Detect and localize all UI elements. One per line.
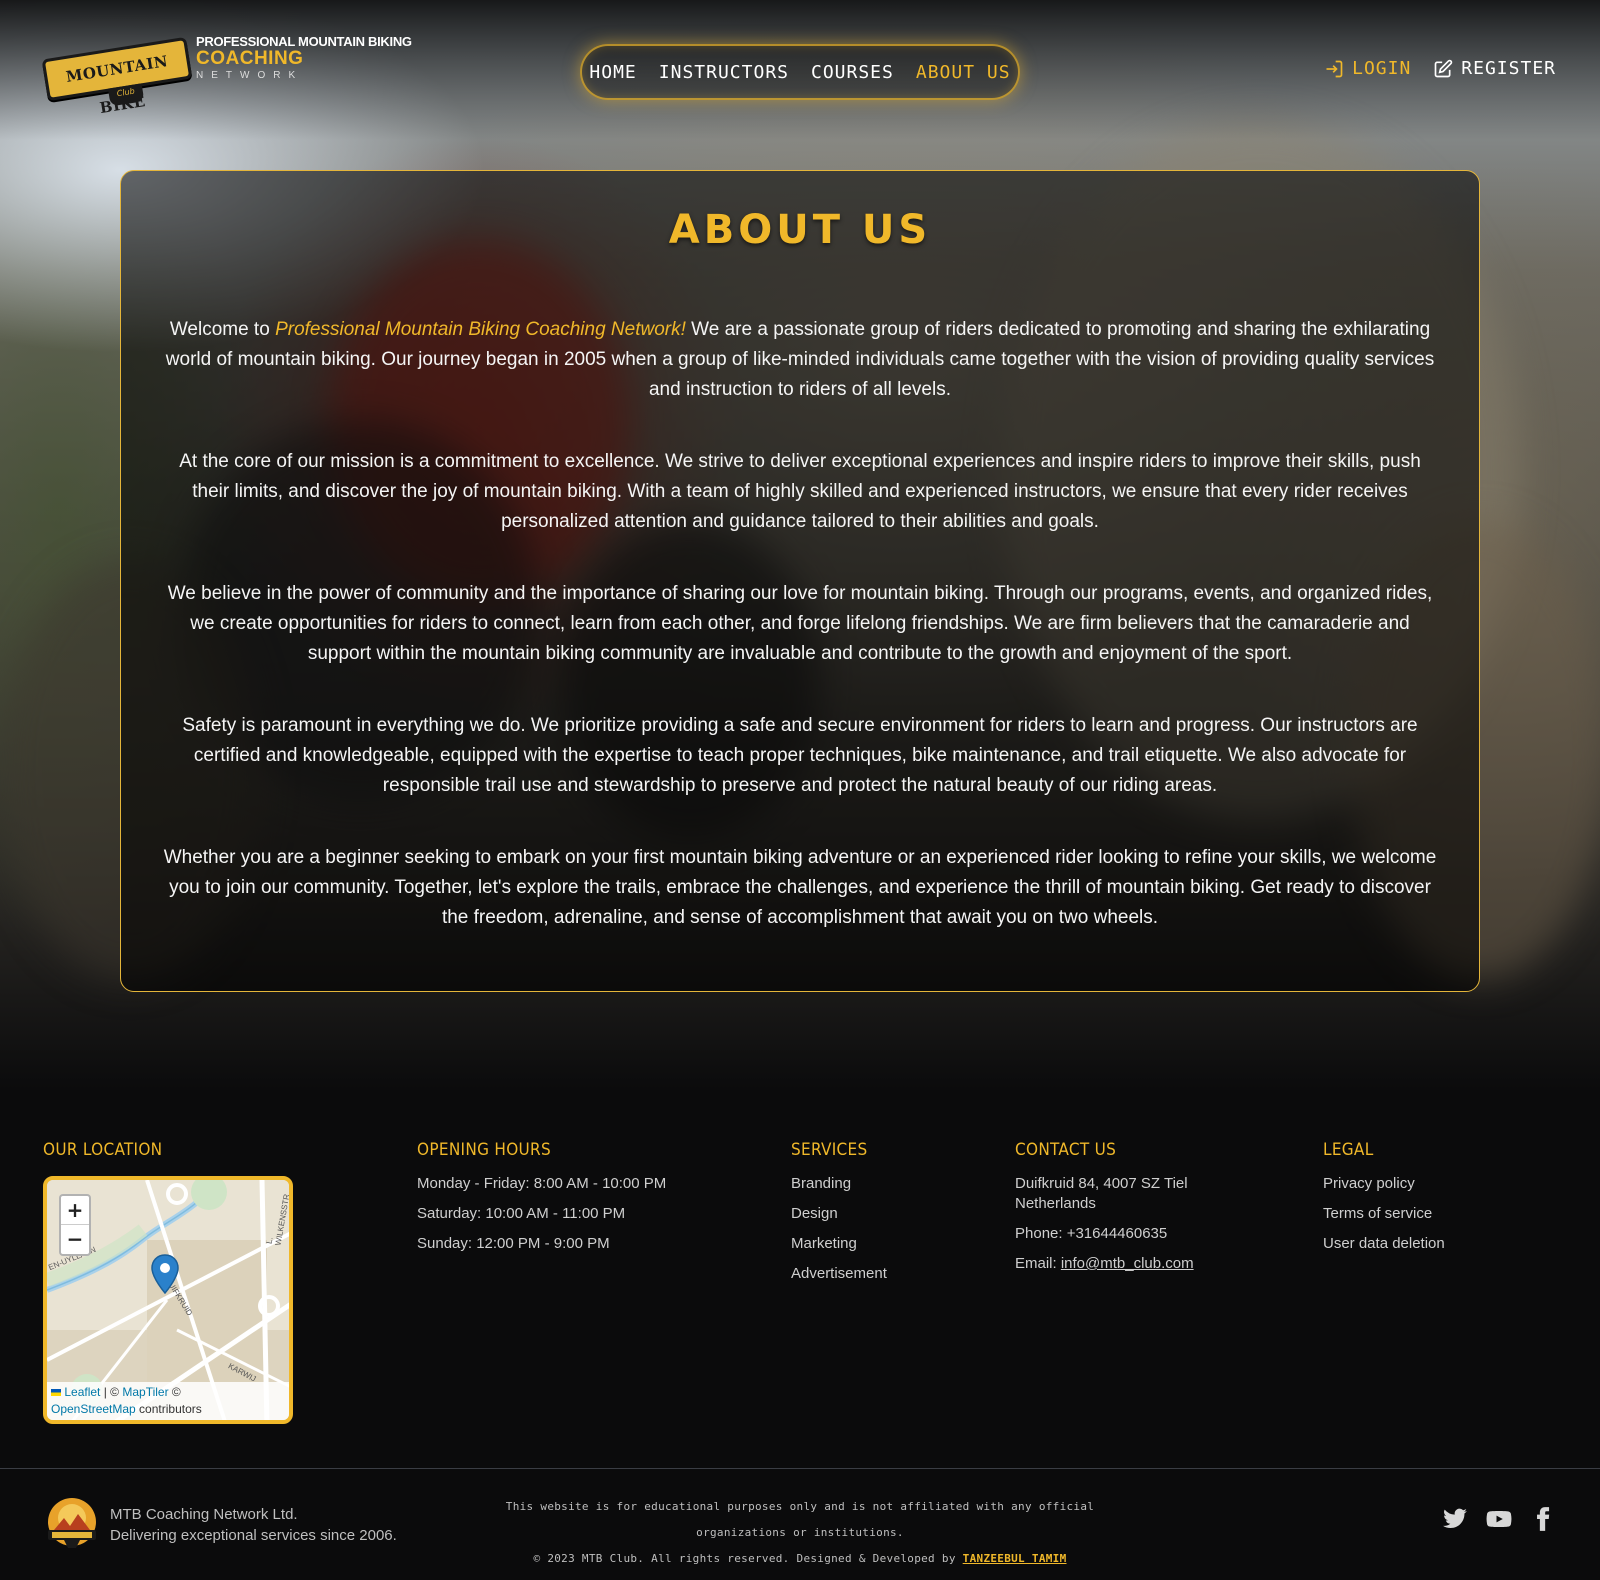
author-link[interactable]: TANZEEBUL TAMIM — [963, 1552, 1067, 1565]
login-icon — [1326, 60, 1343, 77]
service-link-advertisement[interactable]: Advertisement — [791, 1264, 887, 1284]
copyright-line: © 2023 MTB Club. All rights reserved. De… — [480, 1546, 1120, 1572]
email-label: Email: — [1015, 1255, 1061, 1272]
user-data-deletion-link[interactable]: User data deletion — [1323, 1234, 1445, 1254]
map-zoom-in-button[interactable]: + — [61, 1196, 89, 1225]
footer-legal-notice: This website is for educational purposes… — [480, 1494, 1120, 1572]
logo-badge: MOUNTAIN BIKE Club — [41, 36, 193, 117]
social-links — [1442, 1506, 1556, 1532]
contact-phone: Phone: +31644460635 — [1015, 1225, 1168, 1242]
services-heading: SERVICES — [791, 1140, 868, 1160]
contact-country: Netherlands — [1015, 1195, 1096, 1212]
about-card: ABOUT US Welcome to Professional Mountai… — [120, 170, 1480, 992]
logo-wordmark: PROFESSIONAL MOUNTAIN BIKING COACHING NE… — [196, 34, 412, 81]
terms-of-service-link[interactable]: Terms of service — [1323, 1204, 1445, 1224]
register-label: REGISTER — [1461, 58, 1556, 79]
location-map[interactable]: L. WILKENSSTR EN-UYLLAAN DUIFKRUID KARWI… — [43, 1176, 293, 1424]
hours-heading: OPENING HOURS — [417, 1140, 551, 1160]
footer-company-info: MTB Coaching Network Ltd. Delivering exc… — [110, 1504, 397, 1546]
about-paragraph-3: We believe in the power of community and… — [167, 583, 1433, 664]
register-link[interactable]: REGISTER — [1433, 58, 1556, 79]
nav-courses[interactable]: COURSES — [811, 62, 894, 83]
contact-heading: CONTACT US — [1015, 1140, 1117, 1160]
hours-weekdays: Monday - Friday: 8:00 AM - 10:00 PM — [417, 1175, 667, 1192]
footer-services: SERVICES Branding Design Marketing Adver… — [791, 1140, 887, 1294]
hours-saturday: Saturday: 10:00 AM - 11:00 PM — [417, 1205, 626, 1222]
legal-heading: LEGAL — [1323, 1140, 1374, 1160]
leaflet-link[interactable]: Leaflet — [64, 1385, 100, 1399]
twitter-icon[interactable] — [1442, 1506, 1468, 1532]
about-paragraph-4: Safety is paramount in everything we do.… — [182, 715, 1418, 796]
map-zoom-out-button[interactable]: − — [61, 1225, 89, 1254]
disclaimer-text: This website is for educational purposes… — [505, 1500, 1095, 1539]
company-name: MTB Coaching Network Ltd. — [110, 1506, 298, 1523]
nav-instructors[interactable]: INSTRUCTORS — [659, 62, 789, 83]
map-attribution: Leaflet | © MapTiler © OpenStreetMap con… — [47, 1382, 289, 1420]
company-tagline: Delivering exceptional services since 20… — [110, 1527, 397, 1544]
map-zoom-controls: + − — [59, 1194, 91, 1256]
map-marker-icon[interactable] — [151, 1254, 179, 1294]
about-p1-brand: Professional Mountain Biking Coaching Ne… — [275, 319, 686, 340]
footer-hours: OPENING HOURS Monday - Friday: 8:00 AM -… — [417, 1140, 666, 1264]
about-paragraph-5: Whether you are a beginner seeking to em… — [163, 847, 1437, 928]
facebook-icon[interactable] — [1530, 1506, 1556, 1532]
contact-address: Duifkruid 84, 4007 SZ Tiel — [1015, 1175, 1188, 1192]
about-p1-intro: Welcome to — [169, 319, 276, 340]
footer-legal: LEGAL Privacy policy Terms of service Us… — [1323, 1140, 1445, 1264]
service-link-marketing[interactable]: Marketing — [791, 1234, 887, 1254]
footer-contact: CONTACT US Duifkruid 84, 4007 SZ Tiel Ne… — [1015, 1140, 1194, 1284]
maptiler-link[interactable]: MapTiler — [122, 1385, 168, 1399]
footer-location: OUR LOCATION — [43, 1140, 162, 1174]
edit-icon — [1434, 59, 1453, 77]
service-link-design[interactable]: Design — [791, 1204, 887, 1224]
club-logo-icon — [48, 1498, 96, 1548]
service-link-branding[interactable]: Branding — [791, 1174, 887, 1194]
login-link[interactable]: LOGIN — [1324, 58, 1411, 79]
logo-line-1: PROFESSIONAL MOUNTAIN BIKING — [196, 34, 412, 49]
hours-sunday: Sunday: 12:00 PM - 9:00 PM — [417, 1235, 610, 1252]
auth-links: LOGIN REGISTER — [1324, 58, 1556, 79]
login-label: LOGIN — [1352, 58, 1412, 79]
about-paragraph-2: At the core of our mission is a commitme… — [179, 451, 1421, 532]
osm-link[interactable]: OpenStreetMap — [51, 1402, 136, 1416]
about-title: ABOUT US — [668, 207, 932, 253]
nav-about-us[interactable]: ABOUT US — [916, 62, 1011, 83]
attr-contributors: contributors — [135, 1402, 202, 1416]
about-paragraph-1: Welcome to Professional Mountain Biking … — [161, 315, 1439, 405]
logo-line-2: COACHING — [196, 48, 304, 69]
youtube-icon[interactable] — [1486, 1506, 1512, 1532]
site-logo[interactable]: MOUNTAIN BIKE Club PROFESSIONAL MOUNTAIN… — [41, 34, 444, 117]
attr-separator: | © — [100, 1385, 123, 1399]
ukraine-flag-icon — [51, 1389, 61, 1397]
nav-home[interactable]: HOME — [589, 62, 636, 83]
logo-line-3: NETWORK — [196, 70, 304, 81]
privacy-policy-link[interactable]: Privacy policy — [1323, 1174, 1445, 1194]
location-heading: OUR LOCATION — [43, 1140, 163, 1160]
main-nav: HOME INSTRUCTORS COURSES ABOUT US — [580, 44, 1020, 100]
contact-email: Email: info@mtb_club.com — [1015, 1254, 1194, 1274]
email-link[interactable]: info@mtb_club.com — [1061, 1255, 1194, 1272]
copyright-text: © 2023 MTB Club. All rights reserved. De… — [533, 1552, 963, 1565]
